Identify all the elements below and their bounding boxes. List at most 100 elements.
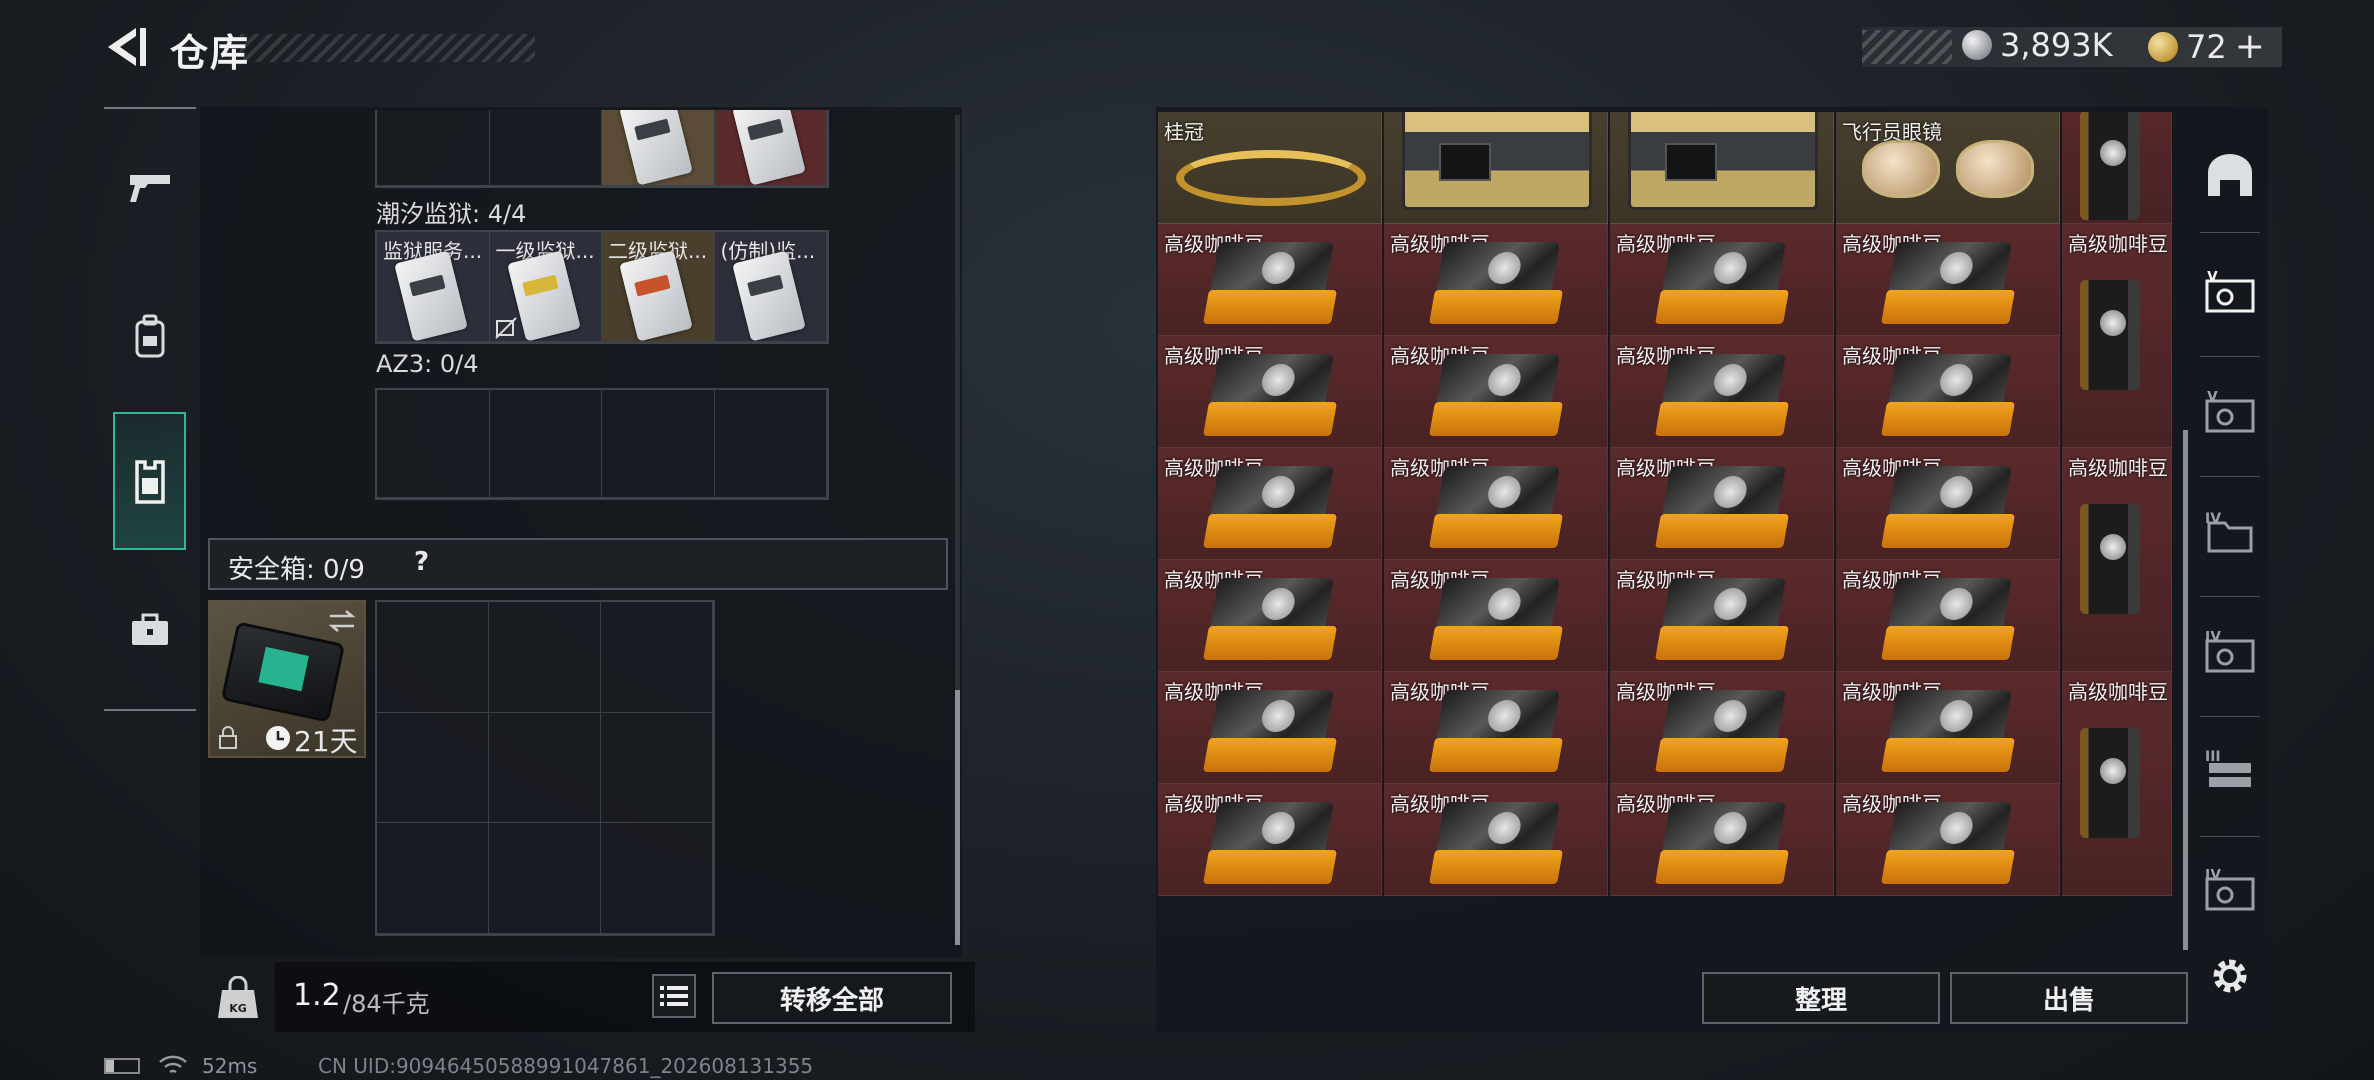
empty-slot[interactable]: [601, 712, 713, 824]
empty-slot[interactable]: [377, 390, 490, 498]
stash-item-coffee[interactable]: 高级咖啡豆: [1158, 560, 1382, 672]
empty-slot[interactable]: [601, 602, 713, 713]
coffee-bag-icon: [2080, 112, 2140, 220]
empty-slot[interactable]: [489, 390, 602, 498]
tab-separator: [2200, 476, 2260, 477]
empty-slot[interactable]: [489, 712, 601, 824]
coffee-bag-icon: [1655, 690, 1789, 772]
stash-item-coffee[interactable]: 高级咖啡豆: [1836, 336, 2060, 448]
stash-item-coffee[interactable]: 高级咖啡豆: [1836, 560, 2060, 672]
stash-item-coffee[interactable]: 高级咖啡豆: [1836, 784, 2060, 896]
stash-item-coffee[interactable]: 高级咖啡豆: [1610, 784, 1834, 896]
stash-tab-iii[interactable]: III: [2198, 740, 2262, 804]
stash-item-coffee[interactable]: 高级咖啡豆: [1158, 448, 1382, 560]
stash-item-coffee[interactable]: 高级咖啡豆: [1158, 224, 1382, 336]
item-slot[interactable]: (仿制)监...: [714, 232, 827, 342]
item-name: 桂冠: [1164, 120, 1204, 144]
stash-item-coffee[interactable]: 高级咖啡豆: [1384, 672, 1608, 784]
coffee-bag-icon: [1429, 354, 1563, 436]
empty-slot[interactable]: [489, 823, 601, 934]
stash-item-coffee[interactable]: 高级咖啡豆: [1836, 448, 2060, 560]
help-icon[interactable]: ?: [414, 547, 429, 577]
stash-item-coffee[interactable]: 高级咖啡豆: [1836, 672, 2060, 784]
tab-separator: [2200, 716, 2260, 717]
stash-item-coffee-tall[interactable]: 高级咖啡豆: [2062, 448, 2172, 672]
nav-divider-top: [104, 107, 196, 109]
coffee-bag-icon: [1655, 578, 1789, 660]
nav-item-toolbox[interactable]: [114, 594, 186, 666]
left-scrollbar-thumb[interactable]: [955, 690, 960, 945]
stash-item-coffee[interactable]: 高级咖啡豆: [1384, 784, 1608, 896]
stash-item-coffee[interactable]: 高级咖啡豆: [1610, 560, 1834, 672]
back-arrow-icon[interactable]: [100, 22, 150, 72]
safe-box-header: 安全箱: 0/9 ?: [208, 538, 948, 590]
stash-tab-iv[interactable]: IV: [2198, 502, 2262, 566]
stash-item-coffee[interactable]: 高级咖啡豆: [1384, 336, 1608, 448]
item-slot[interactable]: 监狱服务...: [377, 232, 490, 342]
stash-item-coffee[interactable]: 高级咖啡豆: [1610, 672, 1834, 784]
stash-item-coffee[interactable]: 高级咖啡豆: [1158, 784, 1382, 896]
item-name: 飞行员眼镜: [1842, 120, 1942, 144]
stash-item-coffee-tall[interactable]: 高级咖啡豆: [2062, 224, 2172, 448]
stash-item-crown[interactable]: 桂冠: [1158, 112, 1382, 224]
transfer-all-button[interactable]: 转移全部: [712, 972, 952, 1024]
add-currency-button[interactable]: +: [2235, 26, 2265, 67]
coffee-bag-icon: [1203, 690, 1337, 772]
stash-item-coffee[interactable]: 高级咖啡豆: [1384, 448, 1608, 560]
organize-button[interactable]: 整理: [1702, 972, 1940, 1024]
stash-item-coffee[interactable]: 高级咖啡豆: [1384, 560, 1608, 672]
item-slot[interactable]: 二级监狱...: [602, 232, 715, 342]
expiry-days: 21天: [294, 725, 358, 758]
empty-slot[interactable]: [377, 110, 490, 186]
wifi-icon: [159, 1055, 187, 1074]
laurel-crown-icon: [1176, 150, 1366, 206]
stash-item-coffee-tall[interactable]: 高级咖啡豆: [2062, 672, 2172, 896]
silver-currency[interactable]: 3,893K: [1962, 26, 2113, 64]
safe-box-label: 安全箱: 0/9: [228, 555, 365, 585]
nav-item-weapons[interactable]: [114, 152, 186, 224]
supply-crate-icon: [1402, 112, 1592, 210]
svg-text:IV: IV: [2205, 511, 2221, 527]
stash-item-coffee[interactable]: 高级咖啡豆: [1836, 224, 2060, 336]
empty-slot[interactable]: [377, 712, 489, 824]
battery-icon: [104, 1058, 140, 1074]
stash-tab-iv2[interactable]: IV: [2198, 622, 2262, 686]
stash-item-coffee[interactable]: 高级咖啡豆: [1384, 224, 1608, 336]
stash-item-coffee[interactable]: 高级咖啡豆: [1610, 224, 1834, 336]
empty-slot[interactable]: [714, 390, 827, 498]
stash-tab-v2[interactable]: V: [2198, 382, 2262, 446]
sell-button[interactable]: 出售: [1950, 972, 2188, 1024]
nav-divider-bottom: [104, 709, 196, 711]
item-slot[interactable]: 一级监狱...: [489, 232, 602, 342]
empty-slot[interactable]: [377, 602, 489, 713]
stash-item-coffee[interactable]: 高级咖啡豆: [1158, 336, 1382, 448]
stash-item-crate[interactable]: [1384, 112, 1608, 224]
item-slot[interactable]: [714, 110, 827, 186]
keycard-icon: [619, 250, 693, 341]
stash-item-goggles[interactable]: 飞行员眼镜: [1836, 112, 2060, 224]
empty-slot[interactable]: [377, 823, 489, 934]
stash-tab-iv3[interactable]: IV: [2198, 860, 2262, 924]
stash-item-coffee[interactable]: 高级咖啡豆: [1610, 336, 1834, 448]
item-slot[interactable]: [602, 110, 715, 186]
stash-tab-bunker[interactable]: [2198, 144, 2262, 208]
top-bar: 仓库 3,893K 72 +: [0, 0, 2374, 100]
stash-item-coffee-tall[interactable]: [2062, 112, 2172, 224]
stash-scrollbar[interactable]: [2183, 430, 2188, 950]
stash-item-coffee[interactable]: 高级咖啡豆: [1158, 672, 1382, 784]
empty-slot[interactable]: [601, 823, 713, 934]
stash-item-coffee[interactable]: 高级咖啡豆: [1610, 448, 1834, 560]
empty-slot[interactable]: [489, 110, 602, 186]
nav-item-vest[interactable]: [114, 446, 186, 518]
stash-tab-v[interactable]: V: [2198, 262, 2262, 326]
empty-slot[interactable]: [602, 390, 715, 498]
list-view-button[interactable]: [652, 974, 696, 1018]
settings-icon: [2213, 959, 2247, 993]
stash-item-crate[interactable]: [1610, 112, 1834, 224]
gold-currency[interactable]: 72 +: [2148, 26, 2265, 67]
safe-box-item[interactable]: 21天: [208, 600, 366, 758]
empty-slot[interactable]: [489, 602, 601, 713]
swap-icon[interactable]: [326, 608, 358, 634]
nav-item-backpack[interactable]: [114, 300, 186, 372]
settings-button[interactable]: [2198, 944, 2262, 1008]
